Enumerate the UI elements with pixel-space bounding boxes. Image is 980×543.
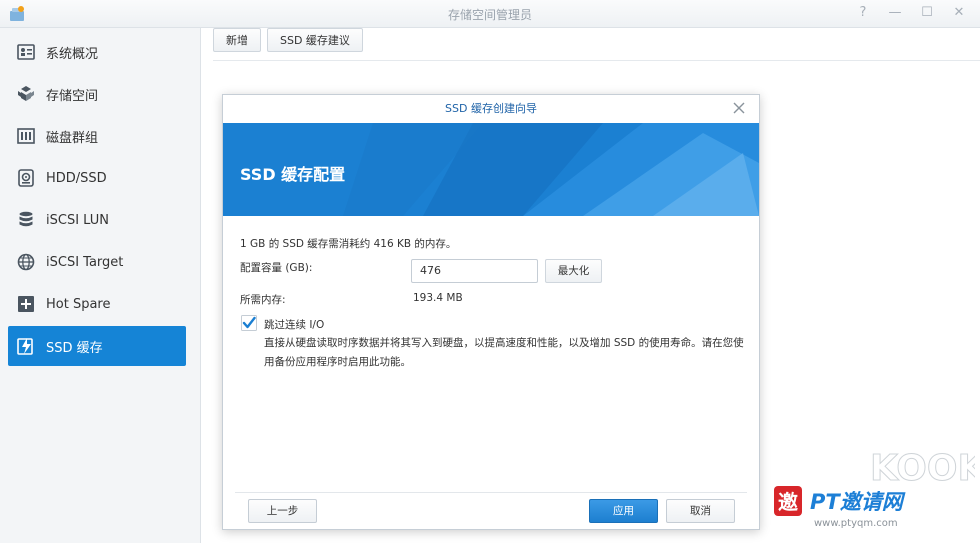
watermark-brand: KOOK: [870, 448, 975, 489]
cancel-button[interactable]: 取消: [666, 499, 735, 523]
memory-info-text: 1 GB 的 SSD 缓存需消耗约 416 KB 的内存。: [240, 238, 457, 250]
ssd-cache-wizard-dialog: SSD 缓存创建向导 SSD 缓存配置 1 GB 的 SSD 缓存需消耗约 41…: [222, 94, 760, 530]
window-title: 存储空间管理员: [447, 8, 532, 22]
watermark-logo: KOOK 邀 PT邀请网 www.ptyqm.com: [774, 448, 975, 529]
watermark-url: www.ptyqm.com: [814, 518, 898, 529]
sidebar-item-hot-spare[interactable]: Hot Spare: [8, 284, 186, 324]
ssd-cache-advisor-button[interactable]: SSD 缓存建议: [267, 28, 363, 52]
apply-button[interactable]: 应用: [589, 499, 658, 523]
sidebar-item-label: iSCSI LUN: [46, 212, 109, 228]
svg-text:邀: 邀: [778, 490, 798, 514]
sidebar: 系统概况 存储空间 磁盘群组 HDD/SSD iSCSI LUN iSCSI T…: [0, 28, 198, 543]
disk-group-icon: [16, 126, 36, 146]
dialog-banner: SSD 缓存配置: [223, 123, 759, 216]
sidebar-item-iscsi-target[interactable]: iSCSI Target: [8, 242, 186, 282]
add-button[interactable]: 新增: [213, 28, 261, 52]
sidebar-item-hdd-ssd[interactable]: HDD/SSD: [8, 158, 186, 198]
skip-sequential-io-description: 直接从硬盘读取时序数据并将其写入到硬盘，以提高速度和性能，以及增加 SSD 的使…: [264, 337, 744, 368]
capacity-input[interactable]: 476: [411, 259, 538, 283]
plus-box-icon: [16, 294, 36, 314]
sidebar-item-iscsi-lun[interactable]: iSCSI LUN: [8, 200, 186, 240]
sidebar-item-label: 磁盘群组: [46, 130, 99, 146]
globe-icon: [16, 252, 36, 272]
sidebar-item-storage[interactable]: 存储空间: [8, 74, 186, 114]
sidebar-item-ssd-cache[interactable]: SSD 缓存: [8, 326, 186, 366]
skip-sequential-io-label: 跳过连续 I/O: [264, 319, 325, 331]
sidebar-item-label: Hot Spare: [46, 296, 111, 312]
hdd-icon: [16, 168, 36, 188]
toolbar: 新增 SSD 缓存建议: [213, 28, 363, 58]
database-icon: [16, 210, 36, 230]
skip-sequential-io-checkbox[interactable]: [241, 315, 257, 331]
sidebar-item-overview[interactable]: 系统概况: [8, 32, 186, 72]
dialog-title: SSD 缓存创建向导: [445, 102, 537, 115]
sidebar-item-label: HDD/SSD: [46, 170, 107, 186]
overview-icon: [16, 42, 36, 62]
footer-divider: [235, 492, 747, 493]
sidebar-item-label: SSD 缓存: [46, 340, 103, 356]
window-titlebar: 存储空间管理员 ? — ☐ ✕: [0, 0, 980, 28]
memory-label: 所需内存:: [240, 294, 286, 306]
sidebar-item-label: iSCSI Target: [46, 254, 124, 270]
close-icon[interactable]: [731, 100, 747, 116]
banner-title: SSD 缓存配置: [240, 165, 346, 184]
help-icon[interactable]: ?: [856, 4, 870, 22]
back-button[interactable]: 上一步: [248, 499, 317, 523]
divider: [213, 60, 980, 61]
capacity-label: 配置容量 (GB):: [240, 262, 313, 274]
ssd-cache-icon: [16, 336, 36, 356]
sidebar-item-disk-group[interactable]: 磁盘群组: [8, 116, 186, 156]
maximize-button[interactable]: 最大化: [545, 259, 602, 283]
storage-icon: [16, 84, 36, 104]
maximize-icon[interactable]: ☐: [920, 4, 934, 22]
memory-value: 193.4 MB: [413, 292, 463, 304]
close-window-icon[interactable]: ✕: [952, 4, 966, 22]
minimize-icon[interactable]: —: [888, 4, 902, 22]
watermark-text: PT邀请网: [810, 490, 906, 514]
sidebar-item-label: 系统概况: [46, 46, 99, 62]
sidebar-item-label: 存储空间: [46, 88, 99, 104]
